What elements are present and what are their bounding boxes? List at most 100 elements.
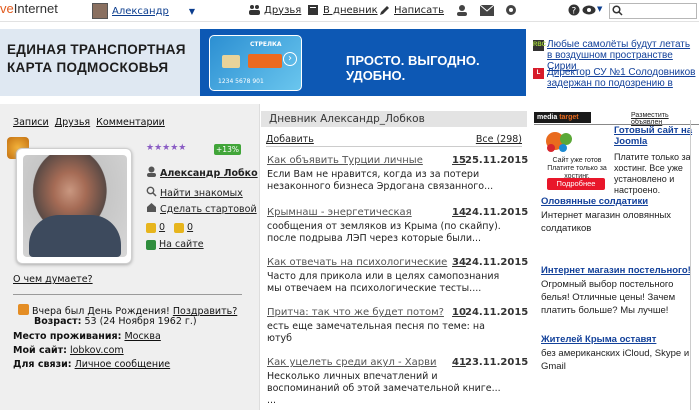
post-excerpt: Часто для прикола или в целях самопознан… xyxy=(267,271,500,294)
profile-photo[interactable] xyxy=(16,148,132,264)
site-logo[interactable]: veInternet xyxy=(0,1,58,16)
ad-joomla[interactable]: Сайт уже готов Платите только за хостинг… xyxy=(534,124,699,202)
mail-icon[interactable] xyxy=(479,4,495,19)
add-post-link[interactable]: Добавить xyxy=(266,134,314,145)
chevron-down-icon[interactable]: ▼ xyxy=(189,7,195,16)
card-badge xyxy=(248,54,282,68)
comment-count[interactable]: 34 xyxy=(452,257,466,268)
ad-text: Огромный выбор постельного белья! Отличн… xyxy=(541,279,676,316)
eye-icon[interactable] xyxy=(582,5,596,18)
more-button[interactable]: Подробнее xyxy=(547,178,605,190)
avatar xyxy=(92,3,108,19)
joomla-logo-icon xyxy=(544,130,610,152)
ad-text: Интернет магазин оловянных солдатиков xyxy=(541,210,672,234)
user-icon xyxy=(146,166,157,180)
svg-text:?: ? xyxy=(572,7,577,17)
post-title[interactable]: Как объявить Турции личные xyxy=(267,155,423,166)
comment-count[interactable]: 15 xyxy=(452,155,466,166)
nav-diary[interactable]: В дневник xyxy=(307,4,378,16)
find-friends-link[interactable]: Найти знакомых xyxy=(146,186,243,200)
post-excerpt: есть еще замечательная песня по теме: на… xyxy=(267,321,485,344)
gear-icon[interactable] xyxy=(504,3,518,20)
post-title[interactable]: Как отвечать на психологические xyxy=(267,257,447,268)
life-icon: L xyxy=(533,68,544,79)
banner-heading: ЕДИНАЯ ТРАНСПОРТНАЯ КАРТА ПОДМОСКОВЬЯ xyxy=(0,29,200,96)
user-name[interactable]: Александр xyxy=(112,6,169,17)
transport-card-image: СТРЕЛКА 1234 5678 901 › xyxy=(209,35,302,91)
diary-post: Как отвечать на психологические 34 24.11.2… xyxy=(267,257,529,295)
post-title[interactable]: Как уцелеть среди акул - Харви xyxy=(267,357,437,368)
tab-friends[interactable]: Друзья xyxy=(55,117,90,128)
diary-column: Дневник Александр_Лобков Добавить Все (2… xyxy=(261,104,529,410)
votes: 0 0 xyxy=(146,222,193,233)
search-icon[interactable] xyxy=(612,5,623,19)
status-prompt-link[interactable]: О чем думаете? xyxy=(13,274,93,285)
arrow-right-icon: › xyxy=(283,52,297,66)
cake-icon xyxy=(18,304,29,315)
divider xyxy=(266,146,522,147)
ad-title[interactable]: Интернет магазин постельного! xyxy=(541,265,699,276)
residence-line: Место проживания: Москва xyxy=(13,331,161,342)
user-menu[interactable]: Александр ▼ xyxy=(92,3,195,19)
card-chip xyxy=(222,55,240,68)
rating-badge: +13% xyxy=(214,144,241,155)
help-icon[interactable]: ? xyxy=(568,4,580,19)
tab-posts[interactable]: Записи xyxy=(13,117,49,128)
post-excerpt: сообщения от земляков из Крыма (по скайп… xyxy=(267,221,501,244)
ad-item[interactable]: Оловянные солдатики Интернет магазин оло… xyxy=(541,196,699,235)
ad-item[interactable]: Жителей Крыма оставят без американских i… xyxy=(541,334,699,373)
post-date: 24.11.2015 xyxy=(465,207,529,218)
ad-item[interactable]: Интернет магазин постельного! Огромный в… xyxy=(541,265,699,317)
diary-post: Как объявить Турции личные 15 25.11.2015 Е… xyxy=(267,155,528,193)
divider xyxy=(13,294,242,295)
rbc-icon: RBC xyxy=(533,40,546,51)
top-bar: veInternet Александр ▼ Друзья В дневник … xyxy=(0,0,699,22)
profile-photo-suit xyxy=(29,215,121,257)
ad-title[interactable]: Оловянные солдатики xyxy=(541,196,699,207)
ad-text: без американских iCloud, Skype и Gmail xyxy=(541,348,690,372)
ad-title[interactable]: Готовый сайт на Joomla xyxy=(614,125,699,147)
comment-count[interactable]: 10 xyxy=(452,307,466,318)
user-full-name[interactable]: Александр Лобко xyxy=(146,166,258,180)
ad-title[interactable]: Жителей Крыма оставят xyxy=(541,334,699,345)
profile-column: Записи Друзья Комментарии ★★★★★ +13% Але… xyxy=(0,104,260,410)
chevron-down-icon[interactable]: ▼ xyxy=(597,5,602,13)
age-line: Возраст: 53 (24 Ноября 1962 г.) xyxy=(34,316,197,327)
online-status[interactable]: На сайте xyxy=(146,239,204,250)
pencil-icon xyxy=(378,4,391,16)
post-excerpt: Если Вам не нравится, когда из за потери… xyxy=(267,169,494,192)
thumbs-down-icon[interactable] xyxy=(174,222,185,233)
search-input[interactable] xyxy=(609,3,697,19)
comment-count[interactable]: 14 xyxy=(452,207,466,218)
ad-banner[interactable]: ЕДИНАЯ ТРАНСПОРТНАЯ КАРТА ПОДМОСКОВЬЯ СТ… xyxy=(0,29,526,96)
rating-stars: ★★★★★ xyxy=(146,143,187,153)
nav-friends[interactable]: Друзья xyxy=(248,4,301,16)
banner-slogan: ПРОСТО. ВЫГОДНО. УДОБНО. xyxy=(346,53,480,83)
thumbs-up-icon[interactable] xyxy=(146,222,156,233)
mediatarget-logo[interactable]: media target xyxy=(534,112,591,123)
online-icon xyxy=(146,239,156,250)
post-title[interactable]: Крымнаш - энергетическая xyxy=(267,207,412,218)
people-add-icon[interactable] xyxy=(455,4,469,20)
post-excerpt: Несколько личных впечатлений и воспомина… xyxy=(267,371,501,406)
profile-tabs: Записи Друзья Комментарии xyxy=(13,117,165,128)
people-icon xyxy=(248,4,261,16)
scrollbar-track[interactable] xyxy=(690,120,691,410)
diary-post: Как уцелеть среди акул - Харви 41 23.11.20… xyxy=(267,357,528,407)
contact-line: Для связи: Личное сообщение xyxy=(13,359,171,370)
comment-count[interactable]: 41 xyxy=(452,357,466,368)
tab-comments[interactable]: Комментарии xyxy=(96,117,165,128)
post-date: 24.11.2015 xyxy=(465,257,529,268)
home-icon xyxy=(146,202,157,216)
nav-write[interactable]: Написать xyxy=(378,4,444,16)
post-date: 24.11.2015 xyxy=(465,307,529,318)
diary-post: Крымнаш - энергетическая 14 24.11.2015 соо… xyxy=(267,207,529,245)
search-people-icon xyxy=(146,186,157,200)
ad-text: Платите только за хостинг. Все уже устан… xyxy=(614,152,691,195)
post-title[interactable]: Притча: так что же будет потом? xyxy=(267,307,444,318)
diary-title: Дневник Александр_Лобков xyxy=(261,111,527,127)
make-start-link[interactable]: Сделать стартовой xyxy=(146,202,257,216)
ads-column: media target Разместить объявлен Сайт уж… xyxy=(531,104,699,410)
site-line: Мой сайт: lobkov.com xyxy=(13,345,124,356)
all-posts-link[interactable]: Все (298) xyxy=(476,134,522,145)
